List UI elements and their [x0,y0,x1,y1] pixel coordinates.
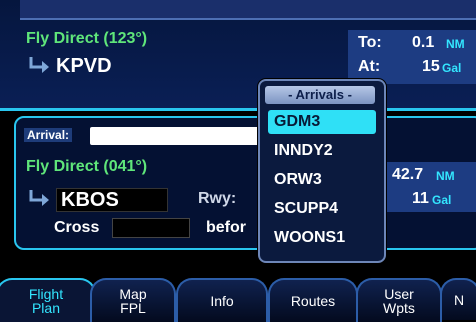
to-unit: NM [446,37,465,51]
arrival-option[interactable]: INNDY2 [268,139,376,163]
softkey-map-fpl[interactable]: Map FPL [90,278,176,322]
top-header-strip [20,0,476,20]
rwy-label: Rwy: [198,190,237,207]
arrival-panel: Arrival: Fly Direct (041°) KBOS Rwy: Cro… [14,116,476,250]
arrival-field[interactable] [90,127,262,145]
to-value: 0.1 [412,34,435,51]
at-label: At: [358,58,381,75]
at-value: 15 [422,58,440,75]
fuel-unit: Gal [432,193,452,207]
dist-fuel-readout: 42.7 NM 11 Gal [382,162,476,212]
softkey-flight-plan[interactable]: Flight Plan [0,278,96,322]
top-flight-plan-panel: Fly Direct (123°) KPVD To: 0.1 NM At: 15… [0,0,476,111]
softkey-user-wpts[interactable]: User Wpts [356,278,442,322]
arrival-option[interactable]: GDM3 [268,110,376,134]
cross-field[interactable] [112,218,190,238]
popup-title: - Arrivals - [265,86,375,104]
arrival-label: Arrival: [24,128,73,142]
waypoint-id[interactable]: KPVD [56,55,112,78]
route-label-2: Fly Direct (041°) [26,158,148,175]
softkey-next[interactable]: N [440,278,476,320]
dist-value: 42.7 [392,166,424,183]
arrival-option[interactable]: SCUPP4 [268,197,376,221]
softkey-bar: Flight Plan Map FPL Info Routes User Wpt… [0,270,476,322]
direct-arrow-icon-2 [28,188,52,208]
before-label: befor [206,219,246,236]
waypoint-id-2: KBOS [61,189,119,211]
cross-label: Cross [54,219,100,236]
softkey-info[interactable]: Info [176,278,268,322]
arrival-option[interactable]: ORW3 [268,168,376,192]
softkey-routes[interactable]: Routes [268,278,358,322]
arrival-option[interactable]: WOONS1 [268,226,376,250]
route-label: Fly Direct (123°) [26,30,148,47]
dist-unit: NM [436,169,455,183]
to-label: To: [358,34,382,51]
at-unit: Gal [442,61,462,75]
arrivals-popup[interactable]: - Arrivals - GDM3 INNDY2 ORW3 SCUPP4 WOO… [258,79,386,263]
to-at-readout: To: 0.1 NM At: 15 Gal [348,30,476,84]
waypoint-box[interactable]: KBOS [56,188,168,212]
fuel-value: 11 [412,190,429,207]
direct-arrow-icon [28,55,52,75]
